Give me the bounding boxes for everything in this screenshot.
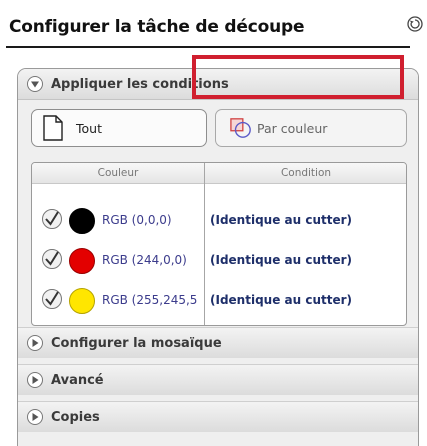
section-advanced[interactable]: Avancé (18, 364, 418, 395)
section-configure-mosaic[interactable]: Configurer la mosaïque (18, 327, 418, 358)
chevron-right-circle-icon (27, 409, 43, 425)
condition-value[interactable]: (Identique au cutter) (210, 253, 352, 267)
color-swatch (69, 248, 95, 274)
table-row[interactable]: RGB (244,0,0) (Identique au cutter) (32, 241, 406, 281)
title-divider (6, 46, 410, 48)
by-color-button[interactable]: Par couleur (215, 109, 407, 147)
color-squares-icon (230, 118, 251, 138)
color-swatch (69, 288, 95, 314)
chevron-right-circle-icon (27, 372, 43, 388)
checkbox-checked-icon[interactable] (41, 288, 63, 310)
condition-value[interactable]: (Identique au cutter) (210, 293, 352, 307)
rgb-value: RGB (255,245,5 (102, 293, 198, 307)
section-mosaic-label: Configurer la mosaïque (51, 335, 222, 351)
document-icon (43, 115, 63, 141)
cut-task-panel: Appliquer les conditions Tout Par couleu… (17, 68, 419, 446)
section-copies-label: Copies (51, 409, 100, 425)
checkbox-checked-icon[interactable] (41, 208, 63, 230)
condition-value[interactable]: (Identique au cutter) (210, 213, 352, 227)
table-row[interactable]: RGB (255,245,5 (Identique au cutter) (32, 281, 406, 321)
column-header-condition[interactable]: Condition (205, 167, 406, 179)
chevron-right-circle-icon (27, 335, 43, 351)
section-apply-conditions[interactable]: Appliquer les conditions (18, 69, 418, 100)
apply-all-button[interactable]: Tout (31, 109, 207, 147)
by-color-label: Par couleur (257, 120, 328, 136)
section-apply-label: Appliquer les conditions (51, 76, 229, 92)
page-title: Configurer la tâche de découpe (9, 17, 305, 37)
table-row[interactable]: RGB (0,0,0) (Identique au cutter) (32, 201, 406, 241)
color-conditions-table: Couleur Condition RGB (0,0,0) (Identique… (31, 162, 407, 326)
color-swatch (69, 208, 95, 234)
chevron-down-circle-icon (27, 76, 43, 92)
table-header: Couleur Condition (32, 163, 406, 184)
apply-all-label: Tout (76, 120, 102, 136)
section-advanced-label: Avancé (51, 372, 104, 388)
reset-icon[interactable] (406, 15, 424, 33)
rgb-value: RGB (244,0,0) (102, 253, 187, 267)
checkbox-checked-icon[interactable] (41, 248, 63, 270)
rgb-value: RGB (0,0,0) (102, 213, 172, 227)
section-copies[interactable]: Copies (18, 401, 418, 432)
column-header-color[interactable]: Couleur (32, 167, 204, 179)
